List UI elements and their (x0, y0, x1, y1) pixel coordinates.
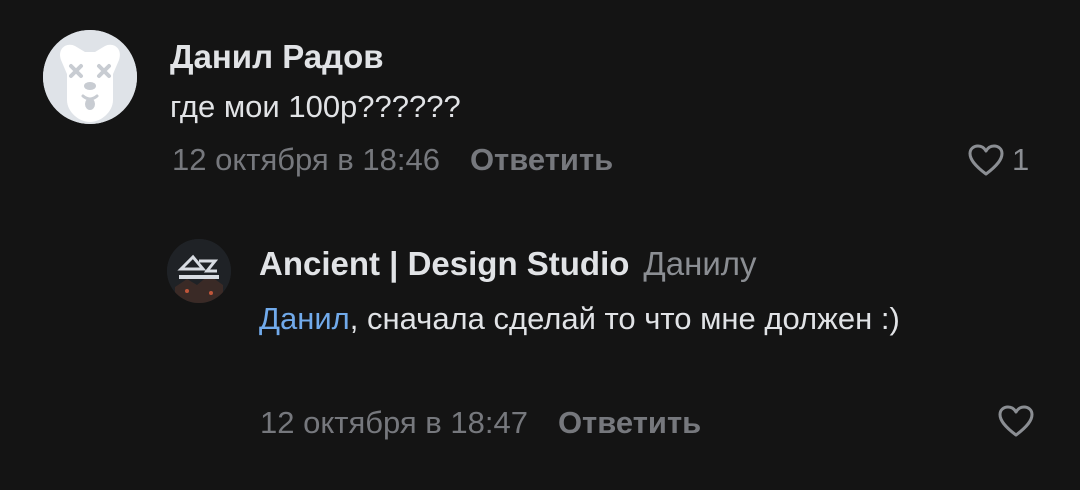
like-button[interactable]: 1 (968, 142, 1029, 178)
heart-icon (998, 405, 1034, 437)
avatar[interactable] (43, 30, 137, 124)
mention-link[interactable]: Данил (259, 301, 350, 336)
comments-screen: Данил Радов где мои 100р?????? 12 октябр… (0, 0, 1080, 490)
like-count: 1 (1012, 142, 1030, 177)
comment-text: Данил, сначала сделай то что мне должен … (259, 294, 919, 344)
comment-meta: 12 октября в 18:46 Ответить (172, 142, 613, 178)
avatar[interactable] (167, 239, 231, 303)
reply-button[interactable]: Ответить (470, 142, 613, 177)
heart-icon (968, 144, 1004, 176)
comment-body: , сначала сделай то что мне должен :) (349, 301, 900, 336)
comment-author: Ancient | Design Studio Данилу (259, 245, 757, 283)
reply-to-label[interactable]: Данилу (643, 245, 756, 282)
comment-timestamp: 12 октября в 18:47 (260, 405, 528, 440)
comment-meta: 12 октября в 18:47 Ответить (260, 405, 701, 441)
author-name[interactable]: Ancient | Design Studio (259, 245, 629, 282)
comment: Данил Радов где мои 100р?????? 12 октябр… (0, 0, 1080, 215)
reply-button[interactable]: Ответить (558, 405, 701, 440)
like-button[interactable] (998, 405, 1034, 437)
sad-dog-icon (43, 30, 137, 124)
comment-timestamp: 12 октября в 18:46 (172, 142, 440, 177)
studio-logo-icon (167, 239, 231, 303)
comment-reply: Ancient | Design Studio Данилу Данил, сна… (0, 215, 1080, 490)
comment-author[interactable]: Данил Радов (170, 38, 384, 76)
comment-text: где мои 100р?????? (170, 89, 461, 124)
